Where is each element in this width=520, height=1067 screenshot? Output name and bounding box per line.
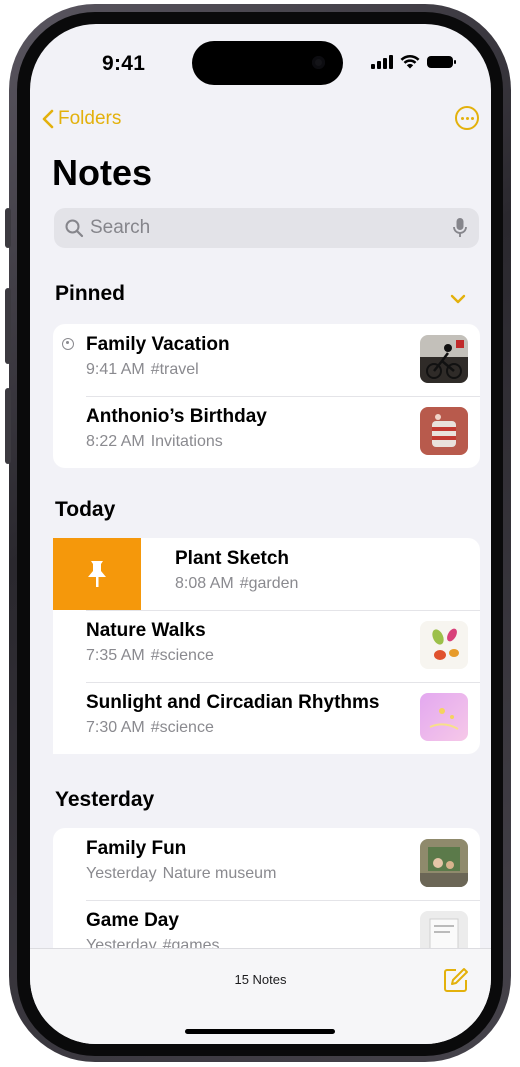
shared-person-icon [62,338,74,350]
note-title: Family Fun [86,838,187,859]
volume-up-button [5,288,11,364]
note-title: Family Vacation [86,334,230,355]
dynamic-island [192,41,343,85]
note-subtitle: 7:30 AM #science [86,719,214,736]
pin-icon [88,561,106,587]
battery-icon [427,55,456,68]
notes-count: 15 Notes [234,972,287,987]
note-row[interactable]: Anthonio’s Birthday 8:22 AM Invitations [53,396,480,468]
note-subtitle: 8:22 AM Invitations [86,433,223,450]
note-row-swiped[interactable]: Plant Sketch 8:08 AM #garden [53,538,480,610]
pin-action-button[interactable] [53,538,141,610]
action-button [5,208,11,248]
note-thumbnail-family [420,839,468,887]
back-button-folders[interactable]: Folders [42,108,121,130]
cellular-signal-icon [371,54,393,69]
note-title: Plant Sketch [175,548,290,569]
note-title: Game Day [86,910,179,931]
microphone-icon[interactable] [453,217,467,239]
note-subtitle: 8:08 AM #garden [175,575,299,592]
today-notes-list: Plant Sketch 8:08 AM #garden Nature Walks… [53,538,480,754]
status-icons [371,54,456,69]
status-time: 9:41 [102,52,146,75]
page-title: Notes [52,152,153,193]
volume-down-button [5,388,11,464]
note-subtitle: Yesterday Nature museum [86,865,277,882]
search-input[interactable] [90,217,430,239]
note-row[interactable]: Family Vacation 9:41 AM #travel [53,324,480,396]
note-subtitle: 7:35 AM #science [86,647,214,664]
note-subtitle: 9:41 AM #travel [86,361,199,378]
home-indicator[interactable] [185,1029,335,1034]
note-title: Anthonio’s Birthday [86,406,267,427]
search-icon [65,219,84,238]
screen: 9:41 Folders Notes Pinned [30,24,491,1044]
pinned-notes-list: Family Vacation 9:41 AM #travel Anthonio’… [53,324,480,468]
wifi-icon [400,54,420,69]
more-options-button[interactable] [455,106,479,130]
section-header-today: Today [55,498,116,521]
note-title: Sunlight and Circadian Rhythms [86,692,380,713]
back-label: Folders [58,108,122,129]
note-thumbnail-cyclist [420,335,468,383]
note-row[interactable]: Family Fun Yesterday Nature museum [53,828,480,900]
bottom-toolbar: 15 Notes [30,948,491,1044]
search-bar[interactable] [54,208,479,248]
note-thumbnail-leaves [420,621,468,669]
camera-icon [312,56,325,69]
note-thumbnail-cake [420,407,468,455]
section-header-pinned: Pinned [55,282,126,305]
note-thumbnail-sunlight [420,693,468,741]
note-title: Nature Walks [86,620,206,641]
section-header-yesterday: Yesterday [55,788,155,811]
chevron-down-icon[interactable] [450,294,466,304]
note-row[interactable]: Nature Walks 7:35 AM #science [53,610,480,682]
compose-icon[interactable] [443,967,469,993]
note-row[interactable]: Sunlight and Circadian Rhythms 7:30 AM #s… [53,682,480,754]
chevron-left-icon [42,109,54,129]
